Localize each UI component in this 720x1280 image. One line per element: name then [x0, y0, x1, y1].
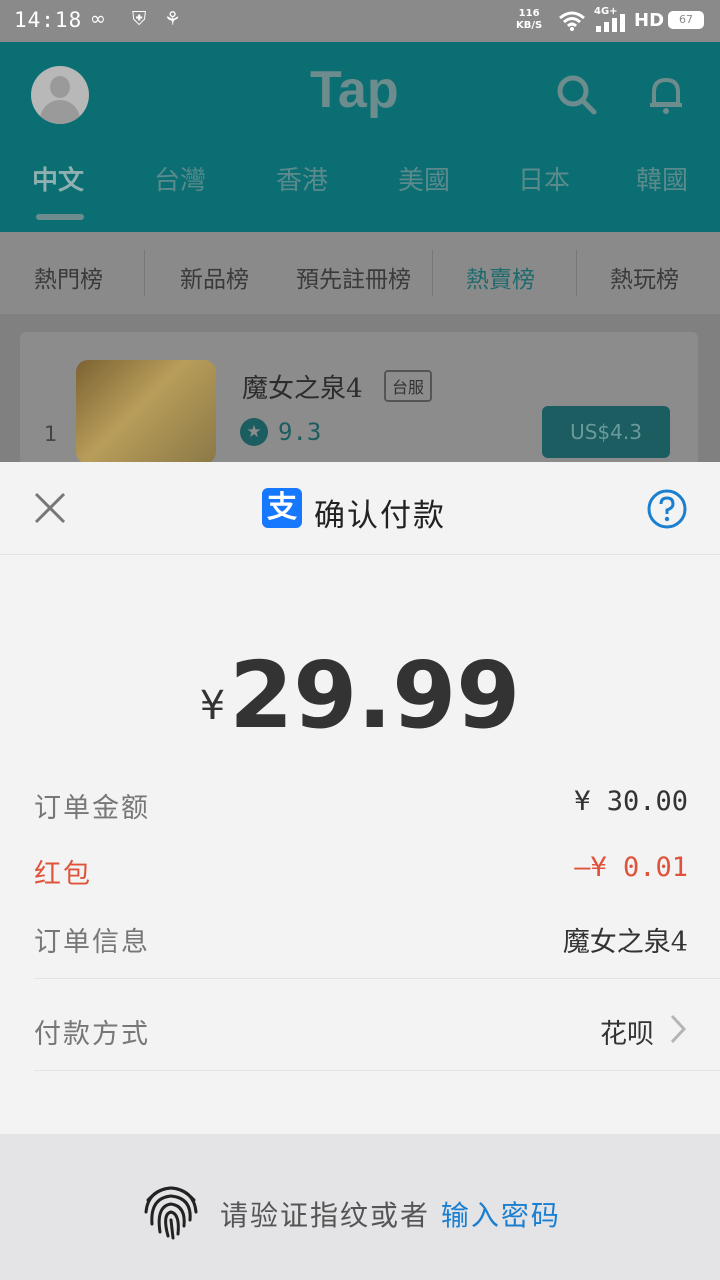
status-bar: 14:18 ∞ ⛨ ⚘ 116 KB/S 4G+ HD 67: [0, 0, 720, 42]
fingerprint-text: 请验证指纹或者: [220, 1199, 431, 1232]
close-icon[interactable]: [30, 488, 70, 528]
rank-divider: [576, 250, 577, 296]
payment-method-row[interactable]: 付款方式 花呗: [34, 1012, 688, 1062]
infinity-icon: ∞: [90, 8, 106, 30]
order-amount-label: 订单金额: [34, 793, 150, 824]
alipay-logo-icon: 支: [262, 488, 302, 528]
red-packet-value: —¥ 0.01: [574, 852, 688, 883]
divider: [34, 1070, 720, 1071]
order-amount-value: ¥ 30.00: [574, 786, 688, 817]
order-amount-row: 订单金额 ¥ 30.00: [34, 786, 688, 836]
sheet-title: 确认付款: [314, 498, 446, 534]
amount-value: 29.99: [229, 642, 521, 749]
rank-tab-preregister[interactable]: 預先註冊榜: [296, 260, 411, 294]
star-icon: ★: [240, 418, 268, 446]
rank-divider: [144, 250, 145, 296]
search-icon[interactable]: [554, 72, 598, 116]
divider: [34, 978, 720, 979]
active-tab-indicator: [36, 214, 84, 220]
game-rating: 9.3: [278, 418, 322, 446]
region-tabs: 中文 台灣 香港 美國 日本 韓國: [0, 160, 720, 210]
ranking-tabs: 熱門榜 新品榜 預先註冊榜 熱賣榜 熱玩榜: [0, 232, 720, 314]
hd-icon: HD: [634, 10, 665, 31]
net-speed: 116 KB/S: [516, 8, 543, 31]
order-info-row: 订单信息 魔女之泉4: [34, 920, 688, 970]
payment-method-value: 花呗: [600, 1019, 654, 1050]
game-rank-number: 1: [44, 422, 58, 446]
game-list: 1 魔女之泉4 台服 ★ 9.3 US$4.3: [0, 314, 720, 472]
app-notification-icon: ⚘: [164, 8, 182, 30]
game-price-button[interactable]: US$4.3: [542, 406, 670, 458]
enter-password-link[interactable]: 输入密码: [441, 1199, 561, 1232]
red-packet-row: 红包 —¥ 0.01: [34, 852, 688, 902]
app-logo: Tap: [310, 61, 399, 119]
rank-tab-hot[interactable]: 熱門榜: [34, 260, 103, 294]
currency-symbol: ¥: [199, 683, 226, 729]
avatar[interactable]: [31, 66, 89, 124]
rank-tab-most-played[interactable]: 熱玩榜: [610, 260, 679, 294]
order-info-value: 魔女之泉4: [562, 927, 688, 958]
game-cover-image[interactable]: [76, 360, 216, 464]
avatar-head: [50, 76, 70, 98]
payment-sheet: 支 确认付款 ¥29.99 订单金额 ¥ 30.00 红包 —¥ 0.01 订单…: [0, 462, 720, 1280]
payment-method-label: 付款方式: [34, 1019, 150, 1050]
payment-amount: ¥29.99: [0, 642, 720, 749]
fingerprint-icon[interactable]: [140, 1178, 202, 1240]
rank-tab-bestselling[interactable]: 熱賣榜: [466, 260, 535, 294]
wifi-icon: [559, 11, 585, 31]
tab-usa[interactable]: 美國: [398, 160, 450, 197]
fingerprint-prompt: 请验证指纹或者 输入密码: [220, 1194, 561, 1234]
battery-icon: 67: [668, 11, 704, 29]
tab-chinese[interactable]: 中文: [32, 160, 84, 197]
chevron-right-icon: [670, 1014, 687, 1044]
game-server-tag: 台服: [384, 370, 433, 402]
fingerprint-footer: 请验证指纹或者 输入密码: [0, 1134, 720, 1280]
app-header: Tap 中文 台灣 香港 美國 日本 韓國: [0, 42, 720, 232]
avatar-body: [40, 100, 80, 124]
help-icon[interactable]: [647, 489, 687, 529]
rank-divider: [432, 250, 433, 296]
tab-taiwan[interactable]: 台灣: [154, 160, 206, 197]
order-info-label: 订单信息: [34, 927, 150, 958]
tab-hongkong[interactable]: 香港: [276, 160, 328, 197]
shield-icon: ⛨: [132, 8, 147, 30]
sheet-header: 支 确认付款: [0, 462, 720, 555]
bell-icon[interactable]: [644, 72, 688, 116]
signal-icon: [596, 14, 625, 32]
status-time: 14:18: [14, 8, 83, 32]
tab-korea[interactable]: 韓國: [636, 160, 688, 197]
tab-japan[interactable]: 日本: [518, 160, 570, 197]
rank-tab-new[interactable]: 新品榜: [180, 260, 249, 294]
red-packet-label: 红包: [34, 859, 92, 890]
game-title: 魔女之泉4: [242, 374, 363, 404]
